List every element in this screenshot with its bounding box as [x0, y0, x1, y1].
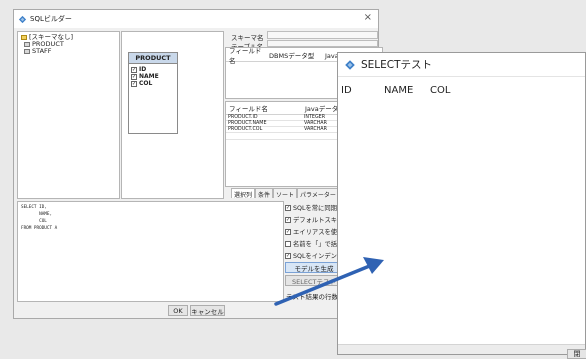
annotation-arrow: [274, 257, 384, 306]
arrow-shaft: [274, 263, 374, 306]
